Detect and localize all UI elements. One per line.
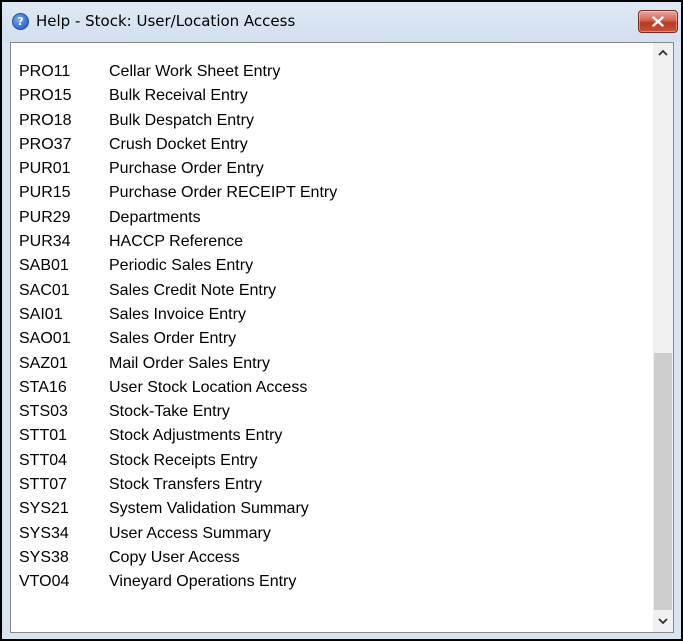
close-button[interactable] <box>638 10 678 33</box>
list-item[interactable]: SAZ01 Mail Order Sales Entry <box>19 352 337 376</box>
item-name: Periodic Sales Entry <box>109 257 254 275</box>
item-code: PRO18 <box>19 111 72 129</box>
item-name: Purchase Order RECEIPT Entry <box>109 184 338 202</box>
help-window: ? Help - Stock: User/Location Access PRO… <box>0 0 683 641</box>
chevron-down-icon <box>658 618 668 625</box>
item-code: SYS21 <box>19 500 69 518</box>
item-name: Crush Docket Entry <box>109 135 248 153</box>
list-item[interactable]: VTO04 Vineyard Operations Entry <box>19 570 337 594</box>
list-item[interactable]: PRO37 Crush Docket Entry <box>19 133 337 157</box>
item-name: Departments <box>109 208 201 226</box>
item-code: STT04 <box>19 451 68 469</box>
item-name: User Stock Location Access <box>109 378 308 396</box>
list-item[interactable]: PUR29 Departments <box>19 206 337 230</box>
scrollbar-thumb[interactable] <box>654 353 672 610</box>
item-name: Sales Invoice Entry <box>109 305 246 323</box>
item-name: Sales Order Entry <box>109 330 237 348</box>
item-name: Stock-Take Entry <box>109 403 230 421</box>
item-name: Vineyard Operations Entry <box>109 573 297 591</box>
item-code: STA16 <box>19 378 67 396</box>
item-code: PUR34 <box>19 233 71 251</box>
list-item[interactable]: PRO11 Cellar Work Sheet Entry <box>19 60 337 84</box>
close-icon <box>652 16 664 27</box>
item-code: PUR15 <box>19 184 71 202</box>
list-item[interactable]: SYS38 Copy User Access <box>19 546 337 570</box>
item-code: SAZ01 <box>19 354 68 372</box>
item-code: SAC01 <box>19 281 70 299</box>
item-code: STT07 <box>19 476 68 494</box>
item-code: STS03 <box>19 403 68 421</box>
item-name: Bulk Receival Entry <box>109 87 248 105</box>
list-item[interactable]: STT01 Stock Adjustments Entry <box>19 424 337 448</box>
title-bar[interactable]: ? Help - Stock: User/Location Access <box>2 2 681 42</box>
chevron-up-icon <box>658 49 668 56</box>
item-code: SAI01 <box>19 305 63 323</box>
list-item[interactable]: PRO18 Bulk Despatch Entry <box>19 109 337 133</box>
item-name: Stock Receipts Entry <box>109 451 258 469</box>
item-name: Copy User Access <box>109 548 240 566</box>
list-item[interactable]: PUR15 Purchase Order RECEIPT Entry <box>19 181 337 205</box>
item-code: PRO11 <box>19 63 71 80</box>
help-item-list[interactable]: PRO11 Cellar Work Sheet Entry PRO15 Bulk Re… <box>19 60 337 595</box>
item-code: SAO01 <box>19 330 71 348</box>
item-name: Bulk Despatch Entry <box>109 111 254 129</box>
list-item[interactable]: STT04 Stock Receipts Entry <box>19 449 337 473</box>
list-item[interactable]: SYS21 System Validation Summary <box>19 497 337 521</box>
item-code: SYS34 <box>19 524 69 542</box>
item-name: Sales Credit Note Entry <box>109 281 277 299</box>
vertical-scrollbar[interactable] <box>653 43 673 632</box>
item-name: HACCP Reference <box>109 233 243 251</box>
list-item[interactable]: STS03 Stock-Take Entry <box>19 400 337 424</box>
list-item[interactable]: SAC01 Sales Credit Note Entry <box>19 279 337 303</box>
item-name: Cellar Work Sheet Entry <box>109 63 281 80</box>
item-code: STT01 <box>19 427 68 445</box>
scroll-up-button[interactable] <box>653 43 673 63</box>
list-item[interactable]: PUR01 Purchase Order Entry <box>19 157 337 181</box>
help-question-icon: ? <box>12 13 29 30</box>
list-item[interactable]: SAB01 Periodic Sales Entry <box>19 254 337 278</box>
list-item[interactable]: STT07 Stock Transfers Entry <box>19 473 337 497</box>
scroll-down-button[interactable] <box>653 612 673 632</box>
item-name: Purchase Order Entry <box>109 160 264 178</box>
list-item[interactable]: PUR34 HACCP Reference <box>19 230 337 254</box>
item-name: System Validation Summary <box>109 500 309 518</box>
list-item[interactable]: STA16 User Stock Location Access <box>19 376 337 400</box>
item-name: Mail Order Sales Entry <box>109 354 270 372</box>
item-name: Stock Adjustments Entry <box>109 427 283 445</box>
item-code: PRO37 <box>19 135 72 153</box>
item-code: PUR29 <box>19 208 71 226</box>
help-list-panel: PRO11 Cellar Work Sheet Entry PRO15 Bulk Re… <box>10 42 674 633</box>
list-item[interactable]: SAI01 Sales Invoice Entry <box>19 303 337 327</box>
item-code: SAB01 <box>19 257 69 275</box>
item-code: VTO04 <box>19 573 70 591</box>
item-code: SYS38 <box>19 548 69 566</box>
list-item[interactable]: SAO01 Sales Order Entry <box>19 327 337 351</box>
item-code: PUR01 <box>19 160 71 178</box>
item-name: Stock Transfers Entry <box>109 476 262 494</box>
list-item[interactable]: SYS34 User Access Summary <box>19 522 337 546</box>
window-title: Help - Stock: User/Location Access <box>36 12 296 30</box>
list-item[interactable]: PRO15 Bulk Receival Entry <box>19 84 337 108</box>
item-name: User Access Summary <box>109 524 271 542</box>
item-code: PRO15 <box>19 87 72 105</box>
